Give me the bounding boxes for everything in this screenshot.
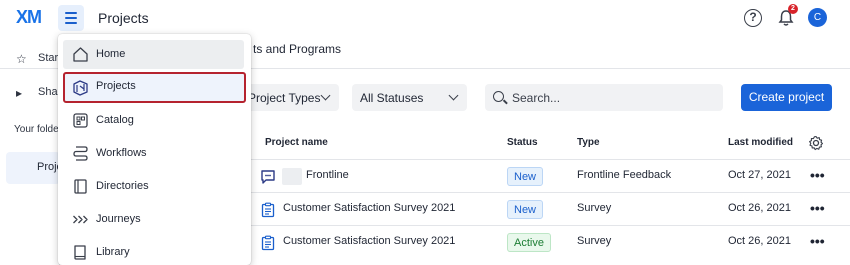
survey-icon: [261, 202, 275, 218]
caret-right-icon: ▸: [16, 86, 23, 100]
project-name[interactable]: Customer Satisfaction Survey 2021: [283, 235, 455, 247]
more-actions-icon[interactable]: •••: [810, 233, 825, 249]
table-row[interactable]: Customer Satisfaction Survey 2021 Active…: [250, 225, 850, 258]
star-icon: ☆: [16, 52, 27, 66]
nav-item-label: Library: [96, 246, 130, 258]
xm-logo[interactable]: XM: [16, 7, 42, 28]
status-badge: New: [507, 167, 544, 186]
project-name[interactable]: Frontline: [306, 169, 349, 181]
directories-icon: [74, 179, 87, 194]
nav-item-workflows[interactable]: Workflows: [63, 139, 244, 168]
project-type: Survey: [577, 235, 612, 247]
sidebar-item-label: Sha: [38, 86, 58, 98]
nav-item-catalog[interactable]: Catalog: [63, 106, 244, 135]
column-header-last-modified[interactable]: Last modified: [728, 137, 793, 148]
search-box[interactable]: [485, 84, 723, 111]
column-header-project-name[interactable]: Project name: [265, 137, 328, 148]
create-project-button[interactable]: Create project: [741, 84, 832, 111]
nav-item-label: Home: [96, 48, 126, 60]
top-bar: XM Projects ? 2 C: [0, 0, 850, 36]
filter-label: Project Types: [248, 91, 321, 105]
project-type: Survey: [577, 202, 612, 214]
more-actions-icon[interactable]: •••: [810, 200, 825, 216]
chevron-down-icon: [320, 90, 331, 101]
more-actions-icon[interactable]: •••: [810, 167, 825, 183]
journeys-icon: [73, 215, 88, 224]
nav-item-label: Journeys: [96, 213, 141, 225]
menu-icon-line: [65, 17, 77, 19]
nav-item-label: Directories: [96, 180, 149, 192]
nav-item-journeys[interactable]: Journeys: [63, 205, 244, 234]
frontline-feedback-icon: [261, 170, 275, 184]
project-type-filter[interactable]: Project Types: [240, 84, 339, 111]
sidebar-section-label: Your folde: [14, 124, 59, 135]
projects-icon: [73, 80, 88, 96]
search-icon: [493, 91, 504, 102]
redacted-text: [282, 168, 302, 185]
workflows-icon: [73, 146, 88, 161]
library-icon: [74, 245, 86, 260]
page-title: Projects: [98, 10, 149, 26]
table-row[interactable]: Customer Satisfaction Survey 2021 New Su…: [250, 192, 850, 225]
notification-badge: 2: [788, 4, 798, 14]
nav-item-label: Projects: [96, 80, 136, 92]
nav-item-home[interactable]: Home: [63, 40, 244, 69]
nav-item-label: Workflows: [96, 147, 147, 159]
last-modified-date: Oct 26, 2021: [728, 235, 791, 247]
survey-icon: [261, 235, 275, 251]
menu-icon-line: [65, 22, 77, 24]
nav-item-directories[interactable]: Directories: [63, 172, 244, 201]
avatar[interactable]: C: [808, 8, 827, 27]
section-heading: ts and Programs: [253, 42, 342, 56]
chevron-down-icon: [448, 90, 459, 101]
column-header-status[interactable]: Status: [507, 137, 538, 148]
column-header-type[interactable]: Type: [577, 137, 600, 148]
divider: [0, 68, 60, 69]
project-name[interactable]: Customer Satisfaction Survey 2021: [283, 202, 455, 214]
home-icon: [73, 47, 88, 62]
nav-item-label: Catalog: [96, 114, 134, 126]
sidebar-item-projects[interactable]: Proje: [6, 152, 63, 184]
nav-item-projects[interactable]: Projects: [63, 72, 246, 103]
last-modified-date: Oct 27, 2021: [728, 169, 791, 181]
menu-icon-line: [65, 12, 77, 14]
sidebar-item-label: Star: [38, 52, 59, 64]
project-type: Frontline Feedback: [577, 169, 672, 181]
search-input[interactable]: [512, 89, 712, 106]
gear-icon[interactable]: [808, 135, 824, 151]
navigation-menu: Home Projects Catalog Workflows Director…: [58, 34, 251, 265]
hamburger-menu-button[interactable]: [58, 5, 84, 31]
status-badge: Active: [507, 233, 551, 252]
last-modified-date: Oct 26, 2021: [728, 202, 791, 214]
filter-label: All Statuses: [360, 91, 424, 105]
status-badge: New: [507, 200, 544, 219]
catalog-icon: [73, 113, 88, 128]
sidebar: ☆ Star ▸ Sha Your folde Proje: [0, 36, 63, 265]
sidebar-item-shared[interactable]: ▸ Sha: [0, 78, 60, 106]
table-row[interactable]: Frontline New Frontline Feedback Oct 27,…: [250, 159, 850, 192]
help-icon[interactable]: ?: [744, 9, 762, 27]
status-filter[interactable]: All Statuses: [352, 84, 467, 111]
nav-item-library[interactable]: Library: [63, 238, 244, 265]
